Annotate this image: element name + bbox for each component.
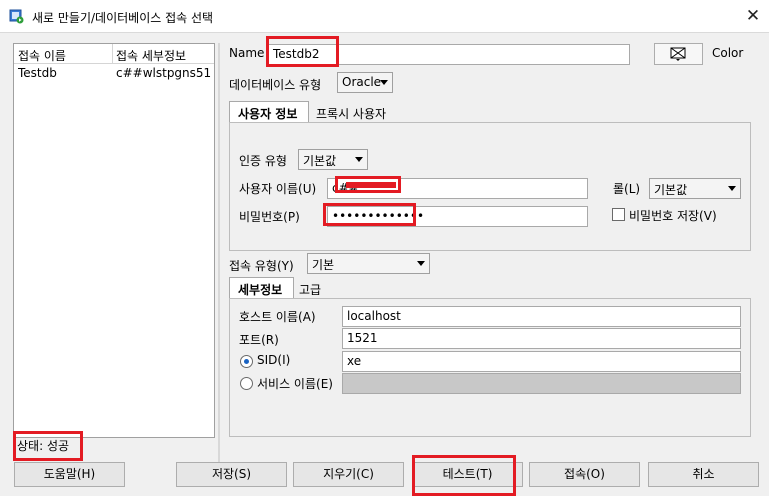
- chevron-down-icon: [728, 186, 736, 191]
- column-divider: [112, 44, 113, 64]
- auth-type-select[interactable]: 기본값: [298, 149, 368, 170]
- password-highlight: [323, 203, 416, 226]
- port-input[interactable]: 1521: [342, 328, 741, 349]
- save-password-checkbox[interactable]: [612, 208, 625, 221]
- host-input[interactable]: localhost: [342, 306, 741, 327]
- chevron-down-icon: [355, 157, 363, 162]
- sid-label: SID(I): [257, 353, 291, 367]
- chevron-down-icon: [380, 80, 388, 85]
- tab-details[interactable]: 세부정보: [229, 277, 294, 299]
- host-label: 호스트 이름(A): [239, 310, 316, 324]
- username-label: 사용자 이름(U): [239, 182, 317, 196]
- splitter[interactable]: [218, 43, 220, 463]
- tab-advanced[interactable]: 고급: [290, 277, 334, 299]
- connection-name: Testdb: [18, 66, 57, 80]
- window-title: 새로 만들기/데이터베이스 접속 선택: [32, 11, 214, 25]
- chevron-down-icon: [417, 261, 425, 266]
- cancel-button[interactable]: 취소: [648, 462, 759, 487]
- connection-row[interactable]: Testdb c##wlstpgns51...: [14, 64, 214, 82]
- connection-details: c##wlstpgns51...: [116, 66, 212, 80]
- connect-button[interactable]: 접속(O): [529, 462, 640, 487]
- save-button[interactable]: 저장(S): [176, 462, 287, 487]
- connection-type-value: 기본: [312, 258, 335, 272]
- help-button[interactable]: 도움말(H): [14, 462, 125, 487]
- name-label: Name: [229, 46, 265, 60]
- port-label: 포트(R): [239, 333, 279, 347]
- connection-type-label: 접속 유형(Y): [229, 259, 294, 273]
- connection-list[interactable]: 접속 이름 접속 세부정보 Testdb c##wlstpgns51...: [13, 43, 215, 438]
- db-type-label: 데이터베이스 유형: [229, 78, 322, 92]
- test-button-highlight: [412, 455, 516, 496]
- title-divider: [0, 32, 769, 33]
- clear-button[interactable]: 지우기(C): [293, 462, 404, 487]
- tab-proxy-user[interactable]: 프록시 사용자: [307, 101, 393, 123]
- color-label: Color: [712, 46, 744, 60]
- username-highlight: [335, 176, 401, 193]
- column-header-name[interactable]: 접속 이름: [18, 47, 66, 64]
- color-button[interactable]: [654, 43, 703, 65]
- db-type-select[interactable]: Oracle: [337, 72, 393, 93]
- save-password-label: 비밀번호 저장(V): [629, 209, 717, 223]
- tab-user-info[interactable]: 사용자 정보: [229, 101, 309, 123]
- close-icon[interactable]: ✕: [740, 4, 766, 28]
- db-type-value: Oracle: [342, 75, 382, 89]
- auth-type-label: 인증 유형: [239, 154, 287, 168]
- role-label: 롤(L): [613, 182, 641, 196]
- connection-list-header: 접속 이름 접속 세부정보: [14, 44, 214, 64]
- sid-input[interactable]: xe: [342, 351, 741, 372]
- color-swatch-icon: [670, 47, 686, 61]
- service-name-input[interactable]: [342, 373, 741, 394]
- role-value: 기본값: [654, 183, 688, 197]
- sid-radio[interactable]: [240, 355, 253, 368]
- auth-type-value: 기본값: [303, 154, 337, 168]
- status-highlight: [13, 431, 83, 461]
- service-name-radio[interactable]: [240, 377, 253, 390]
- connection-type-select[interactable]: 기본: [307, 253, 430, 274]
- name-highlight: [266, 36, 339, 67]
- app-icon: [9, 9, 24, 24]
- password-label: 비밀번호(P): [239, 210, 300, 224]
- column-header-details[interactable]: 접속 세부정보: [116, 47, 186, 64]
- service-name-label: 서비스 이름(E): [257, 377, 333, 391]
- role-select[interactable]: 기본값: [649, 178, 741, 199]
